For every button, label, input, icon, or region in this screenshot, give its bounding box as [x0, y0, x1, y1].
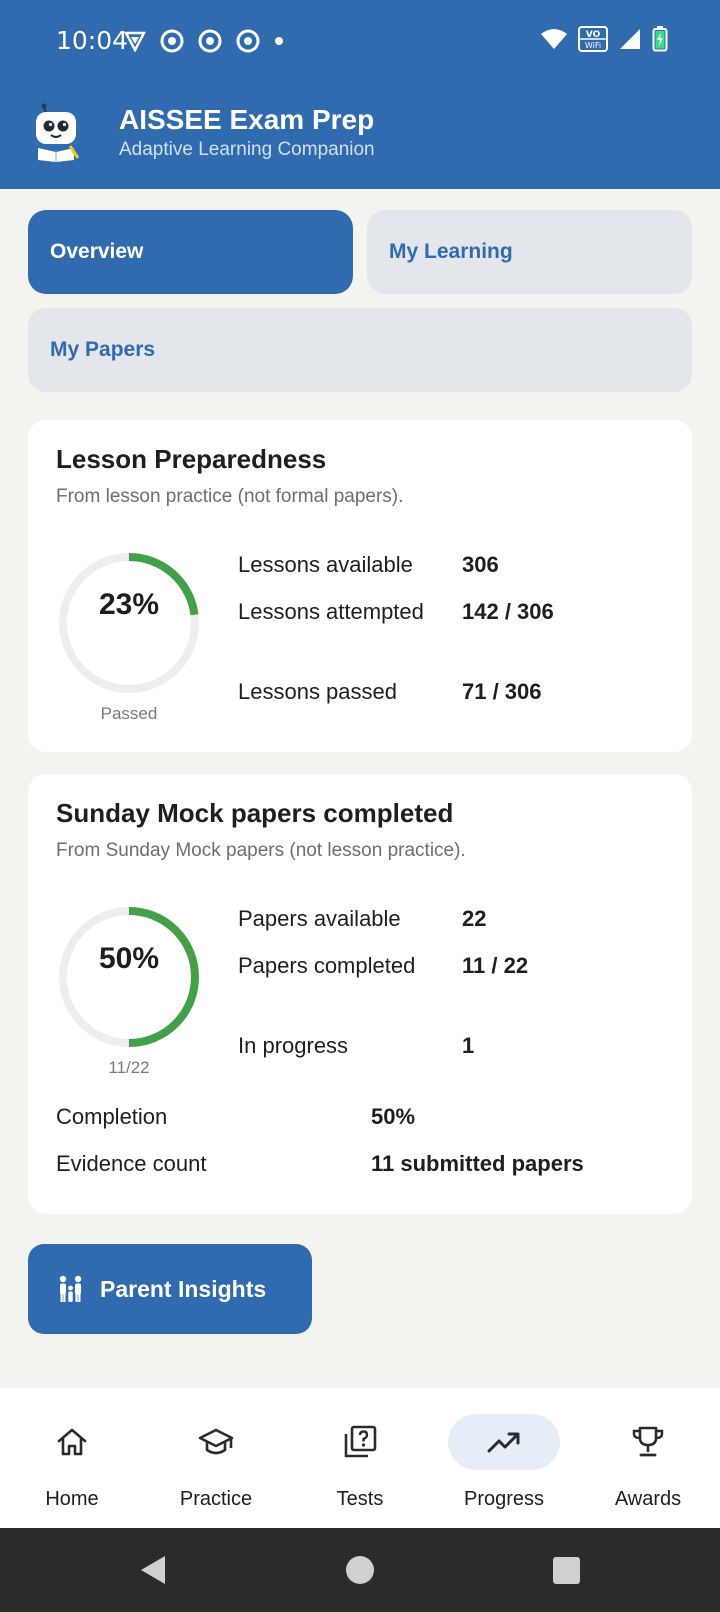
evidence-count-value: 11 submitted papers	[371, 1151, 584, 1176]
lesson-ring-caption: Passed	[100, 704, 158, 723]
sunday-mock-card: Sunday Mock papers completed From Sunday…	[28, 774, 692, 1214]
card-subtitle: From lesson practice (not formal papers)…	[56, 486, 404, 507]
card-subtitle: From Sunday Mock papers (not lesson prac…	[56, 840, 466, 861]
stat-label: Papers completed	[238, 953, 416, 978]
stat-label: Lessons passed	[238, 679, 397, 704]
vowifi-bottom-text: WiFi	[585, 41, 601, 50]
vowifi-top-text: VO	[586, 30, 601, 40]
trophy-icon	[632, 1426, 664, 1457]
completion-label: Completion	[56, 1104, 168, 1129]
mock-ring-caption: 11/22	[108, 1058, 150, 1077]
stat-value: 306	[462, 552, 499, 577]
chrome-icon	[160, 29, 184, 53]
tab-my-papers[interactable]: My Papers	[28, 308, 692, 392]
home-circle-icon[interactable]	[345, 1555, 375, 1585]
tab-overview[interactable]: Overview	[28, 210, 353, 294]
bottom-navigation: Home Practice Tests Progress Awards	[0, 1388, 720, 1528]
nav-label: Practice	[179, 1488, 253, 1510]
stat-value: 142 / 306	[462, 599, 554, 624]
tab-my-papers-label: My Papers	[50, 338, 156, 361]
nav-label: Tests	[336, 1488, 384, 1510]
stat-value: 71 / 306	[462, 679, 542, 704]
trending-up-icon	[487, 1432, 520, 1453]
stat-value: 1	[462, 1033, 475, 1058]
stat-label: Lessons available	[238, 552, 413, 577]
mock-ring-percent: 50%	[98, 942, 160, 975]
quiz-icon	[344, 1425, 377, 1458]
stat-value: 11 / 22	[462, 953, 529, 978]
system-status-icons: VO WiFi	[540, 26, 668, 52]
vowifi-icon: VO WiFi	[578, 26, 608, 52]
nav-label: Home	[45, 1488, 99, 1510]
wifi-icon	[541, 29, 567, 49]
status-time: 10:04	[56, 26, 129, 55]
robot-logo-icon	[36, 103, 80, 162]
nav-awards[interactable]: Awards	[576, 1388, 720, 1528]
stat-label: In progress	[238, 1033, 349, 1058]
app-title: AISSEE Exam Prep	[119, 104, 375, 135]
nav-practice[interactable]: Practice	[144, 1388, 288, 1528]
parent-insights-label: Parent Insights	[100, 1275, 267, 1302]
stat-label: Papers available	[238, 906, 401, 931]
nav-progress[interactable]: Progress	[432, 1388, 576, 1528]
app-subtitle: Adaptive Learning Companion	[119, 139, 375, 160]
battery-charging-icon	[652, 26, 668, 52]
nav-label: Progress	[463, 1488, 545, 1510]
cell-signal-icon	[620, 29, 640, 49]
card-title: Sunday Mock papers completed	[56, 798, 454, 828]
nav-label: Awards	[614, 1488, 682, 1510]
home-icon	[57, 1428, 87, 1456]
vpn-shield-icon	[124, 31, 146, 52]
chrome-icon	[198, 29, 222, 53]
evidence-count-label: Evidence count	[56, 1151, 207, 1176]
mock-progress-ring	[59, 907, 199, 1047]
nav-home[interactable]: Home	[0, 1388, 144, 1528]
tab-my-learning[interactable]: My Learning	[367, 210, 692, 294]
nav-tests[interactable]: Tests	[288, 1388, 432, 1528]
system-navigation-bar	[0, 1528, 720, 1612]
chrome-icon	[236, 29, 260, 53]
graduation-cap-icon	[198, 1428, 234, 1455]
lesson-progress-ring	[59, 553, 199, 693]
tab-my-learning-label: My Learning	[389, 240, 513, 263]
parent-insights-button[interactable]: Parent Insights	[28, 1244, 312, 1334]
family-icon	[59, 1275, 82, 1302]
status-bar: 10:04 VO WiFi	[0, 0, 720, 84]
notification-icons	[124, 29, 284, 53]
lesson-preparedness-card: Lesson Preparedness From lesson practice…	[28, 420, 692, 752]
lesson-ring-percent: 23%	[98, 588, 160, 621]
app-bar: AISSEE Exam Prep Adaptive Learning Compa…	[0, 84, 720, 189]
card-title: Lesson Preparedness	[56, 444, 327, 474]
completion-value: 50%	[371, 1104, 416, 1129]
more-notifications-dot-icon	[275, 37, 283, 45]
back-icon[interactable]	[138, 1554, 168, 1586]
stat-label: Lessons attempted	[238, 599, 424, 624]
stat-value: 22	[462, 906, 487, 931]
recents-icon[interactable]	[553, 1557, 580, 1584]
tab-overview-label: Overview	[50, 240, 144, 263]
